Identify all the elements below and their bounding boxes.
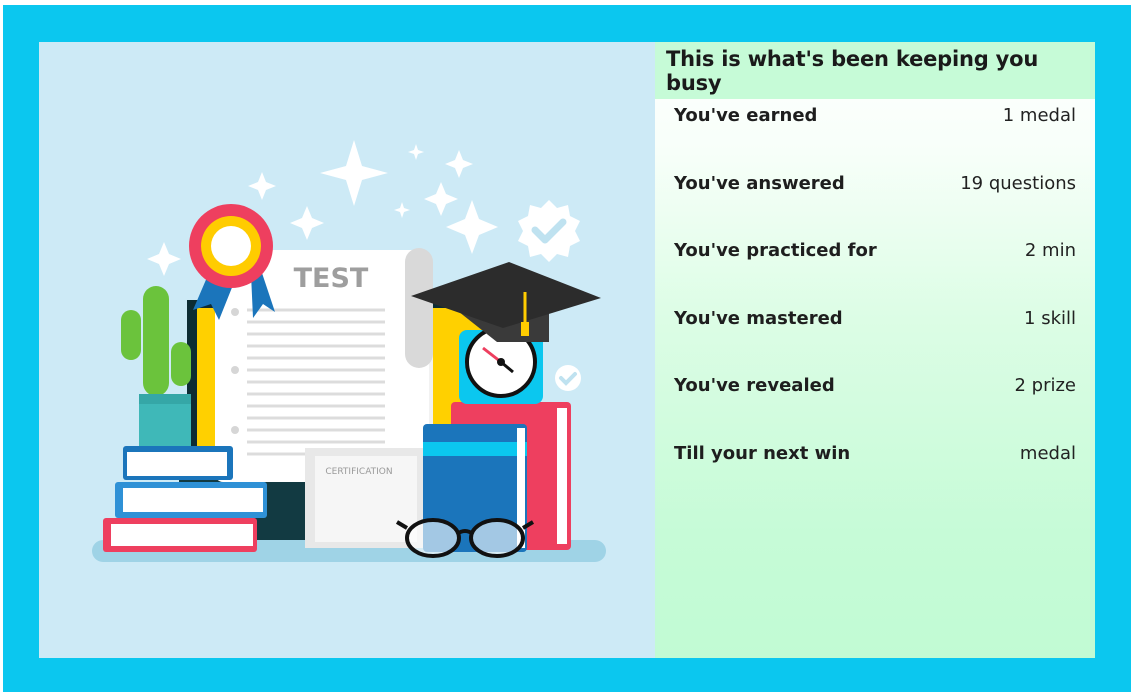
small-check-icon <box>555 365 581 391</box>
stat-label: You've practiced for <box>674 240 877 262</box>
stat-row-prizes: You've revealed 2 prize <box>655 369 1095 437</box>
stat-label: Till your next win <box>674 442 851 464</box>
cactus-plant <box>121 286 191 446</box>
stat-label: You've answered <box>674 172 845 194</box>
certificate-label: CERTIFICATION <box>325 467 392 477</box>
stat-label: You've revealed <box>674 375 835 397</box>
activity-summary-panel: This is what's been keeping you busy You… <box>655 42 1095 658</box>
stat-value: 19 questions <box>960 172 1076 194</box>
stat-row-questions: You've answered 19 questions <box>655 167 1095 235</box>
test-label: TEST <box>294 263 369 294</box>
stat-row-practice-time: You've practiced for 2 min <box>655 234 1095 302</box>
stat-value: medal <box>1019 442 1076 464</box>
stat-value: 2 min <box>1024 240 1076 262</box>
stat-value: 2 prize <box>1014 375 1076 397</box>
check-badge-icon <box>518 200 580 262</box>
stat-row-next-win: Till your next win medal <box>655 437 1095 505</box>
achievement-illustration: TEST CERTIFICATION <box>39 42 655 658</box>
stat-row-skills: You've mastered 1 skill <box>655 302 1095 370</box>
stat-row-medals: You've earned 1 medal <box>655 99 1095 167</box>
stat-label: You've mastered <box>674 307 843 329</box>
panel-title: This is what's been keeping you busy <box>655 42 1095 99</box>
stat-value: 1 skill <box>1024 307 1076 329</box>
stats-list: You've earned 1 medal You've answered 19… <box>655 99 1095 505</box>
stat-label: You've earned <box>674 105 818 126</box>
stat-value: 1 medal <box>1002 105 1076 126</box>
